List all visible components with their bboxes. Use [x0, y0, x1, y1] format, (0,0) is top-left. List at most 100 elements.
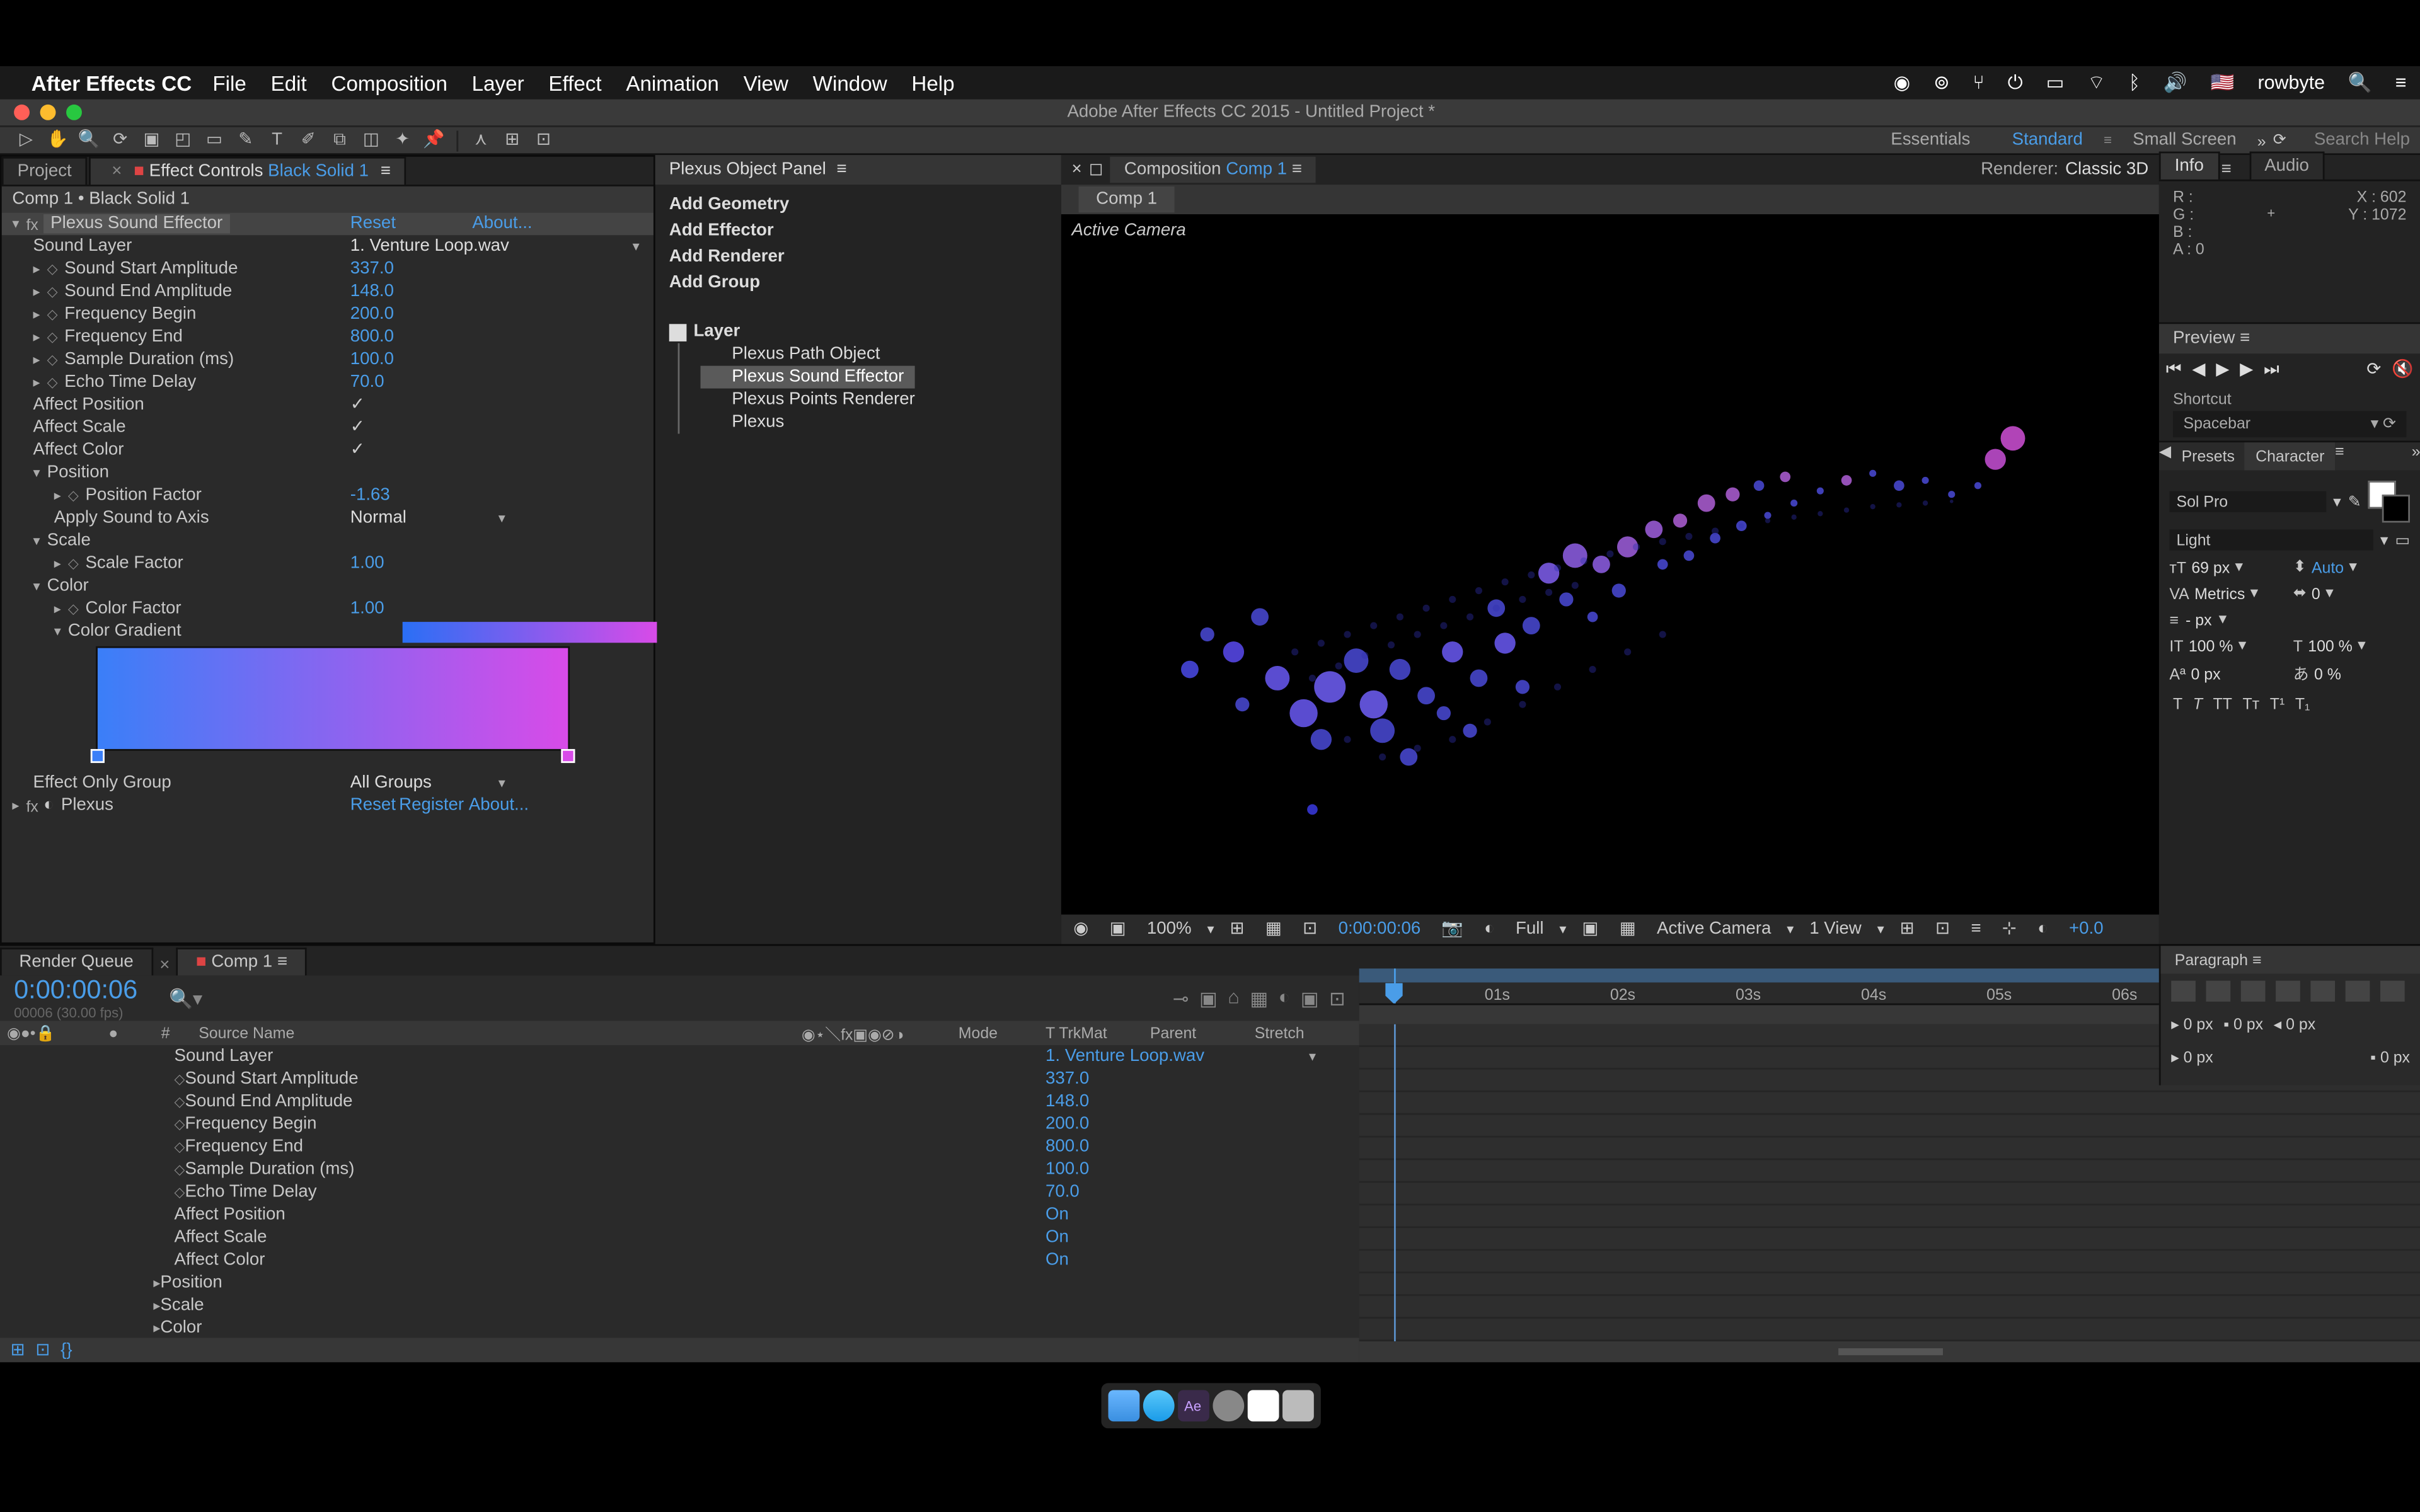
timeline-icon[interactable]: ≡ [1966, 920, 1986, 939]
gradient-preview[interactable] [403, 621, 654, 642]
dock-document[interactable] [1247, 1390, 1278, 1421]
pop-tree-layer[interactable]: Layer [669, 321, 1047, 343]
baseline-val[interactable]: 0 px [2191, 665, 2221, 682]
pop-add-renderer[interactable]: Add Renderer [669, 244, 1047, 270]
rect-tool-icon[interactable]: ▭ [199, 128, 230, 152]
smallcaps-icon[interactable]: Tт [2243, 695, 2260, 713]
val-echo-delay[interactable]: 70.0 [350, 373, 384, 392]
dropdown-effect-group[interactable]: All Groups [350, 774, 432, 793]
gradient-stop-left[interactable] [91, 749, 105, 763]
search-help-input[interactable]: Search Help [2314, 130, 2410, 149]
menu-layer[interactable]: Layer [472, 71, 524, 95]
graph-editor-icon[interactable]: ▣ [1301, 987, 1319, 1009]
tab-timeline-comp[interactable]: ■ Comp 1 ≡ [177, 948, 307, 975]
dock-trash[interactable] [1282, 1390, 1313, 1421]
fx-toggle-icon[interactable]: fx [26, 215, 43, 232]
reset-plexus[interactable]: Reset [350, 796, 396, 815]
menu-window[interactable]: Window [813, 71, 887, 95]
frame-blend-icon[interactable]: ▦ [1250, 987, 1268, 1009]
val-pos-factor[interactable]: -1.63 [350, 486, 390, 505]
align-right-icon[interactable] [2241, 981, 2266, 1002]
roi-icon[interactable]: ▣ [1577, 920, 1604, 939]
comp-flow-icon[interactable]: ⊹ [1997, 920, 2022, 939]
camera-tool-icon[interactable]: ▣ [136, 128, 168, 152]
twirl-icon[interactable]: ▸ [33, 261, 47, 277]
checkbox-affect-scale[interactable]: ✓ [350, 418, 365, 437]
last-frame-icon[interactable]: ⏭ [2264, 360, 2279, 379]
volume-icon[interactable]: 🔊 [2164, 73, 2187, 94]
dock-safari[interactable] [1142, 1390, 1173, 1421]
val-freq-end[interactable]: 800.0 [350, 328, 394, 346]
snap2-tool-icon[interactable]: ⊡ [528, 128, 560, 152]
pop-tree-path-object[interactable]: Plexus Path Object [701, 343, 1047, 366]
tl-fe-val[interactable]: 800.0 [1046, 1138, 1359, 1157]
brainstorm-icon[interactable]: ⊡ [1329, 987, 1345, 1009]
val-sample-dur[interactable]: 100.0 [350, 350, 394, 369]
comp-mini-flow-icon[interactable]: ⊸ [1173, 987, 1189, 1009]
checkbox-affect-color[interactable]: ✓ [350, 441, 365, 460]
hand-tool-icon[interactable]: ✋ [42, 128, 73, 152]
pop-add-group[interactable]: Add Group [669, 270, 1047, 296]
menu-effect[interactable]: Effect [548, 71, 601, 95]
timeline-timecode[interactable]: 0:00:00:06 [14, 975, 137, 1005]
workspace-standard[interactable]: Standard [1991, 127, 2104, 153]
presets-chevron-icon[interactable]: ◀ [2159, 442, 2171, 470]
effect-name[interactable]: Plexus Sound Effector [43, 214, 229, 233]
views-dropdown[interactable]: 1 View [1804, 920, 1867, 939]
ws-menu-icon[interactable]: ≡ [2104, 132, 2112, 148]
twirl-icon[interactable]: ▾ [12, 216, 26, 232]
maximize-window[interactable] [66, 105, 82, 120]
close-window[interactable] [14, 105, 30, 120]
tl-sound-layer-val[interactable]: 1. Venture Loop.wav▾ [1046, 1047, 1359, 1066]
leading-val[interactable]: Auto [2312, 558, 2344, 576]
font-size-val[interactable]: 69 px [2191, 558, 2230, 576]
workspace-small[interactable]: Small Screen [2112, 127, 2257, 153]
record-icon[interactable]: ◉ [1894, 73, 1911, 94]
timecode[interactable]: 0:00:00:06 [1333, 920, 1426, 939]
flag-icon[interactable]: 🇺🇸 [2211, 73, 2235, 94]
dock-after-effects[interactable]: Ae [1177, 1390, 1209, 1421]
pop-tree-plexus[interactable]: Plexus [701, 411, 1047, 434]
axis-tool-icon[interactable]: ⋏ [465, 128, 497, 152]
draft3d-icon[interactable]: ▣ [1199, 987, 1218, 1009]
pop-add-geometry[interactable]: Add Geometry [669, 192, 1047, 217]
val-sound-end-amp[interactable]: 148.0 [350, 282, 394, 301]
about-link[interactable]: About... [472, 214, 532, 233]
menu-view[interactable]: View [744, 71, 788, 95]
align-center-icon[interactable] [2206, 981, 2230, 1002]
menu-icon[interactable]: ≡ [2395, 73, 2407, 94]
tab-info[interactable]: Info [2159, 152, 2220, 180]
tab-close-icon[interactable]: × [105, 162, 129, 181]
puppet-tool-icon[interactable]: 📌 [418, 128, 450, 152]
toggle-alpha-icon[interactable]: ▣ [1104, 920, 1131, 939]
mask-icon[interactable]: ◉ [1068, 920, 1094, 939]
grid-icon[interactable]: ▦ [1260, 920, 1288, 939]
channel-icon[interactable]: ◐ [1479, 920, 1500, 939]
guides-icon[interactable]: ⊡ [1298, 920, 1323, 939]
about-plexus[interactable]: About... [469, 796, 529, 815]
pen-tool-icon[interactable]: ✎ [230, 128, 262, 152]
timeline-zoom-slider[interactable] [1359, 1341, 2420, 1362]
reset-link[interactable]: Reset [350, 214, 396, 233]
exposure-value[interactable]: +0.0 [2064, 920, 2109, 939]
subscript-icon[interactable]: T₁ [2295, 695, 2310, 713]
sync-icon[interactable]: ⑂ [1973, 73, 1984, 94]
menu-file[interactable]: File [212, 71, 246, 95]
pop-tree-sound-effector[interactable]: Plexus Sound Effector [701, 366, 914, 389]
tab-project[interactable]: Project [2, 157, 88, 185]
eyedropper-icon[interactable]: ✎ [2348, 492, 2361, 511]
superscript-icon[interactable]: T¹ [2270, 695, 2285, 713]
tab-effect-controls[interactable]: × ■ Effect Controls Black Solid 1 ≡ [89, 157, 406, 185]
gradient-stop-right[interactable] [561, 749, 575, 763]
tab-close-icon[interactable]: × [1071, 160, 1081, 179]
justify-all-icon[interactable] [2380, 981, 2405, 1002]
user-name[interactable]: rowbyte [2257, 73, 2325, 94]
menu-edit[interactable]: Edit [271, 71, 307, 95]
play-icon[interactable]: ▶ [2216, 360, 2229, 379]
effect-plexus-name[interactable]: Plexus [61, 796, 124, 815]
checkbox-affect-pos[interactable]: ✓ [350, 396, 365, 415]
tab-character[interactable]: Character [2245, 442, 2335, 470]
val-scale-factor[interactable]: 1.00 [350, 554, 384, 573]
bluetooth-icon[interactable]: ᛒ [2129, 73, 2140, 94]
tab-presets[interactable]: Presets [2171, 442, 2245, 470]
